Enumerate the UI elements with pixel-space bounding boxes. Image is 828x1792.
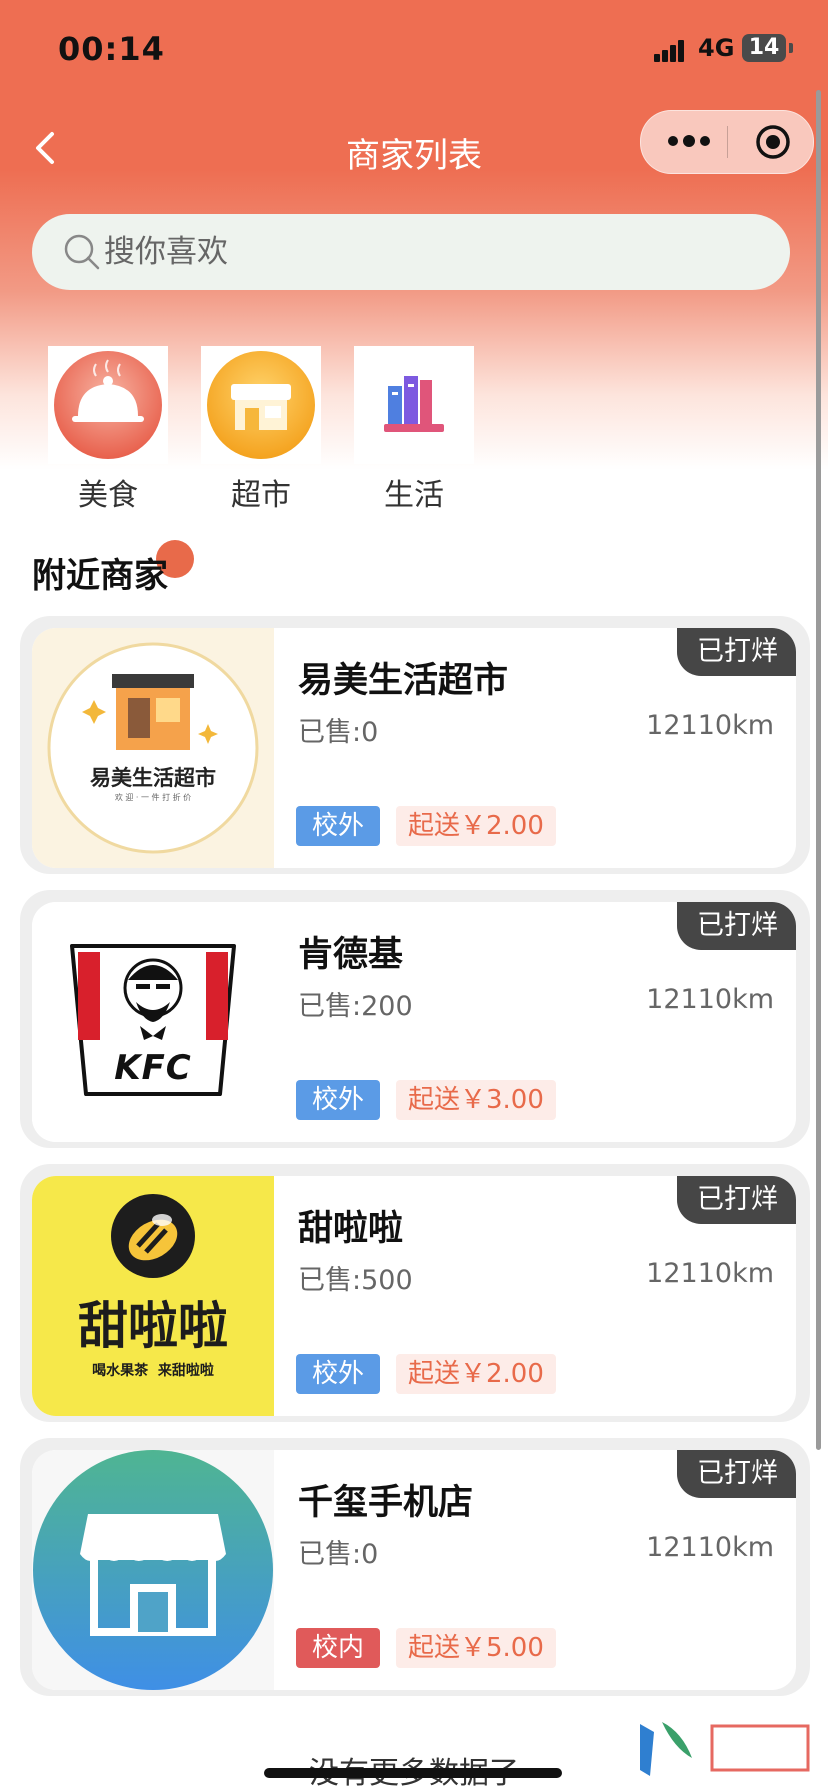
status-badge: 已打烊 <box>677 1450 796 1498</box>
search-icon <box>64 234 100 270</box>
store-distance: 12110km <box>646 1258 774 1289</box>
capsule-divider <box>727 126 728 158</box>
network-type: 4G <box>698 34 735 62</box>
status-badge: 已打烊 <box>677 628 796 676</box>
signal-icon <box>654 38 690 62</box>
category-label: 生活 <box>384 478 444 513</box>
store-location-tag: 校外 <box>296 1354 381 1394</box>
store-card-inner: 千玺手机店 已售:0 12110km 校内 起送￥5.00 已打烊 <box>32 1450 796 1690</box>
battery-tip <box>789 43 793 53</box>
home-indicator[interactable] <box>264 1768 562 1778</box>
store-min-order: 起送￥2.00 <box>396 1354 556 1394</box>
category-label: 美食 <box>78 478 138 513</box>
store-logo-subtext: 喝水果茶 来甜啦啦 <box>92 1363 214 1379</box>
store-min-order: 起送￥3.00 <box>396 1080 556 1120</box>
status-bar: 00:14 4G 14 <box>0 0 828 100</box>
category-tile <box>201 346 321 464</box>
store-distance: 12110km <box>646 1532 774 1563</box>
battery-level: 14 <box>748 35 780 60</box>
store-card[interactable]: 易美生活超市 欢 迎 · 一 件 打 折 价 易美生活超市 已售:0 12110… <box>20 616 810 874</box>
store-location-tag: 校内 <box>296 1628 381 1668</box>
mini-program-capsule <box>640 110 814 174</box>
status-badge: 已打烊 <box>677 1176 796 1224</box>
store-sold: 已售:500 <box>298 1265 413 1296</box>
shop-storefront-icon <box>33 1450 273 1690</box>
close-target-icon[interactable] <box>753 122 793 162</box>
books-life-icon <box>384 376 444 432</box>
store-name: 甜啦啦 <box>298 1209 404 1249</box>
store-min-order: 起送￥5.00 <box>396 1628 556 1668</box>
status-time: 00:14 <box>58 30 165 68</box>
scrollbar[interactable] <box>816 90 821 1450</box>
store-card-inner: KFC 肯德基 已售:200 12110km 校外 起送￥3.00 已打烊 <box>32 902 796 1142</box>
store-name: 易美生活超市 <box>298 661 509 701</box>
store-sold: 已售:0 <box>298 1539 379 1570</box>
section-title: 附近商家 <box>32 556 168 596</box>
store-name: 千玺手机店 <box>298 1483 474 1523</box>
category-life[interactable]: 生活 <box>354 346 474 514</box>
store-logo <box>32 1450 274 1690</box>
category-supermarket[interactable]: 超市 <box>201 346 321 514</box>
store-card[interactable]: 甜啦啦 喝水果茶 来甜啦啦 甜啦啦 已售:500 12110km 校外 起送￥2… <box>20 1164 810 1422</box>
more-icon[interactable] <box>667 131 711 151</box>
supermarket-store-icon <box>207 351 315 459</box>
category-tile <box>48 346 168 464</box>
store-card[interactable]: 千玺手机店 已售:0 12110km 校内 起送￥5.00 已打烊 <box>20 1438 810 1696</box>
store-card-inner: 甜啦啦 喝水果茶 来甜啦啦 甜啦啦 已售:500 12110km 校外 起送￥2… <box>32 1176 796 1416</box>
store-logo-text: KFC <box>114 1048 192 1088</box>
watermark-logo-icon <box>632 1712 822 1788</box>
food-cloche-icon <box>54 351 162 459</box>
store-logo-text: 易美生活超市 <box>90 766 216 790</box>
status-badge: 已打烊 <box>677 902 796 950</box>
store-logo-text: 甜啦啦 <box>78 1297 228 1355</box>
store-min-order: 起送￥2.00 <box>396 806 556 846</box>
store-sold: 已售:200 <box>298 991 413 1022</box>
category-label: 超市 <box>231 478 291 513</box>
store-logo: 甜啦啦 喝水果茶 来甜啦啦 <box>32 1176 274 1416</box>
store-logo: KFC <box>32 902 274 1142</box>
category-food[interactable]: 美食 <box>48 346 168 514</box>
store-location-tag: 校外 <box>296 806 381 846</box>
store-card[interactable]: KFC 肯德基 已售:200 12110km 校外 起送￥3.00 已打烊 <box>20 890 810 1148</box>
store-logo: 易美生活超市 欢 迎 · 一 件 打 折 价 <box>32 628 274 868</box>
store-distance: 12110km <box>646 710 774 741</box>
category-tile <box>354 346 474 464</box>
store-sold: 已售:0 <box>298 717 379 748</box>
search-bar[interactable]: 搜你喜欢 <box>32 214 790 290</box>
search-placeholder: 搜你喜欢 <box>104 234 228 270</box>
store-card-inner: 易美生活超市 欢 迎 · 一 件 打 折 价 易美生活超市 已售:0 12110… <box>32 628 796 868</box>
battery-icon: 14 <box>742 34 786 62</box>
supermarket-logo-icon <box>47 642 259 854</box>
store-location-tag: 校外 <box>296 1080 381 1120</box>
store-name: 肯德基 <box>298 935 404 975</box>
store-distance: 12110km <box>646 984 774 1015</box>
kfc-logo-icon <box>70 944 236 1096</box>
store-logo-subtext: 欢 迎 · 一 件 打 折 价 <box>114 793 192 802</box>
